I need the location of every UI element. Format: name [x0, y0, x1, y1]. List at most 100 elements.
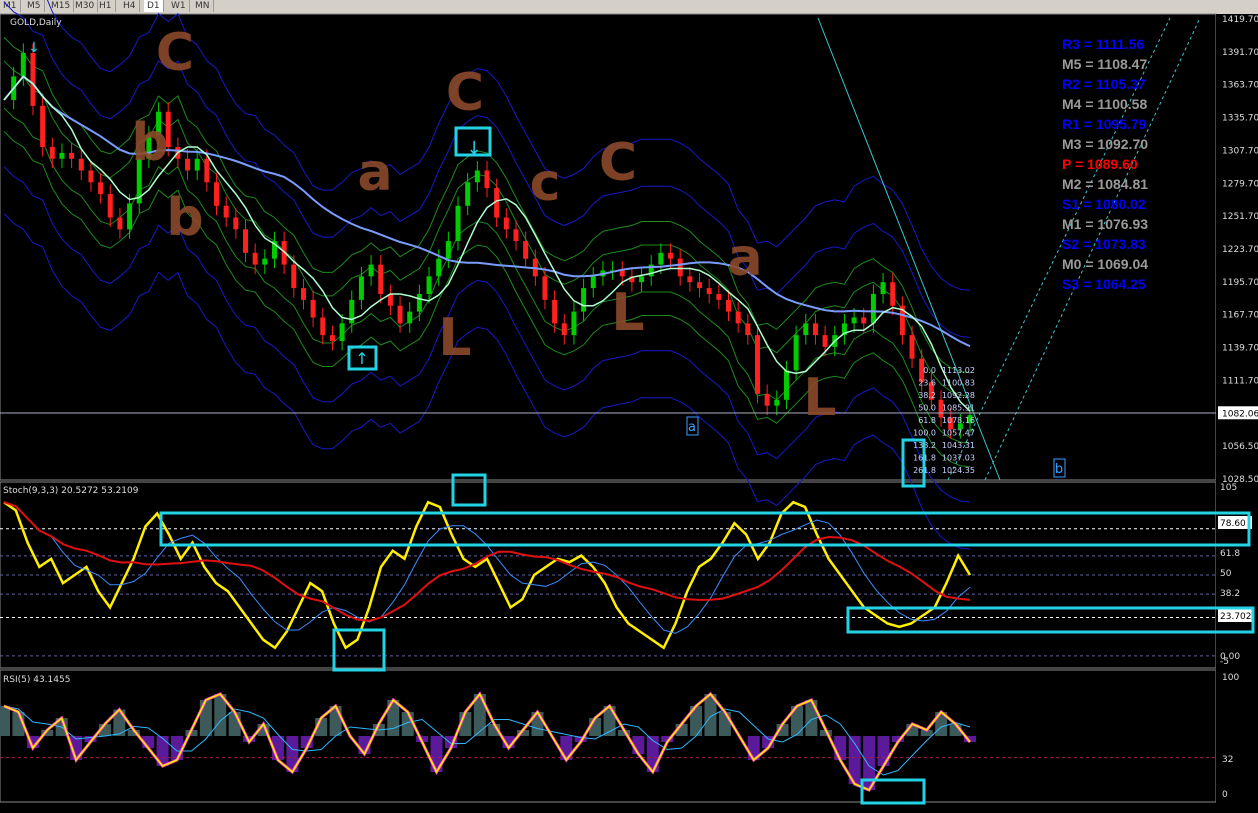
pivot-level: S1 = 1080.02 — [1062, 196, 1146, 212]
fib-price: 1092.28 — [942, 391, 975, 400]
price-tick: 1167.70 — [1222, 311, 1258, 321]
fib-price: 1078.16 — [942, 416, 975, 425]
candle-body — [378, 264, 384, 294]
candle-body — [783, 370, 789, 400]
candle-body — [474, 170, 480, 183]
price-tick: 1223.70 — [1222, 245, 1258, 255]
pivot-level: M5 = 1108.47 — [1062, 56, 1148, 72]
candle-body — [436, 258, 442, 277]
candle-body — [445, 241, 451, 259]
stoch-header: Stoch(9,3,3) 20.5272 53.2109 — [3, 486, 139, 496]
price-tick: 1335.70 — [1222, 114, 1258, 124]
candle-body — [503, 217, 509, 230]
rsi-tick: 100 — [1222, 673, 1239, 683]
hand-letter: c — [530, 153, 561, 213]
candle-body — [88, 170, 94, 183]
candle-body — [745, 323, 751, 336]
candle-body — [59, 152, 65, 159]
candle-body — [49, 146, 55, 159]
pivot-level: R3 = 1111.56 — [1062, 36, 1145, 52]
fib-ratio: 38.2 — [918, 391, 936, 400]
candle-body — [185, 158, 191, 171]
hand-letter: a — [357, 143, 392, 203]
pivot-level: M1 = 1076.93 — [1062, 216, 1149, 232]
candle-body — [754, 335, 760, 394]
up-arrow-icon: ↑ — [355, 349, 368, 368]
stoch-tick: 61.8 — [1220, 549, 1240, 559]
price-tick: 1391.70 — [1222, 48, 1258, 58]
wave-label: b — [1055, 462, 1063, 477]
candle-body — [368, 264, 374, 277]
candle-body — [697, 282, 703, 289]
candle-body — [658, 252, 664, 265]
down-arrow-icon: ↓ — [28, 40, 40, 56]
fib-price: 1113.02 — [942, 366, 975, 375]
candle-body — [204, 158, 210, 183]
fib-ratio: 23.6 — [918, 379, 936, 388]
price-tick: 1139.70 — [1222, 344, 1258, 354]
candle-body — [484, 170, 490, 189]
fib-ratio: 61.8 — [918, 416, 936, 425]
stoch-tick: 50 — [1220, 569, 1232, 579]
candle-body — [310, 299, 316, 318]
candle-body — [774, 399, 780, 406]
rsi-tick: 32 — [1222, 755, 1233, 765]
pivot-level: M0 = 1069.04 — [1062, 256, 1149, 272]
candle-body — [822, 335, 828, 347]
price-tick: 1111.70 — [1222, 376, 1258, 386]
candle-body — [194, 158, 200, 171]
stoch-tick: 105 — [1220, 483, 1237, 493]
hand-letter: b — [166, 188, 203, 248]
candle-body — [542, 276, 548, 300]
candle-body — [851, 317, 857, 324]
hand-letter: b — [131, 113, 168, 173]
wave-label: a — [688, 420, 696, 435]
pivot-level: M2 = 1084.81 — [1062, 176, 1149, 192]
candle-body — [677, 258, 683, 277]
candle-body — [909, 335, 915, 359]
chart-title: GOLD,Daily — [10, 18, 62, 28]
candle-body — [890, 282, 896, 306]
price-tick: 1056.50 — [1222, 442, 1258, 452]
hand-letter: L — [611, 283, 644, 343]
candle-body — [590, 276, 596, 289]
candle-body — [78, 158, 84, 171]
candle-body — [98, 182, 104, 195]
candle-body — [668, 252, 674, 259]
candle-body — [291, 264, 297, 289]
candle-body — [320, 317, 326, 336]
candle-body — [764, 393, 770, 406]
candle-body — [117, 217, 123, 230]
candle-body — [329, 335, 335, 342]
candle-body — [870, 293, 876, 324]
candle-body — [619, 270, 625, 277]
candle-body — [803, 323, 809, 336]
fibonacci-levels: 0.0 1113.02 23.6 1100.83 38.2 1092.28 50.0 1085… — [913, 366, 975, 475]
fib-price: 1057.47 — [942, 429, 975, 438]
candle-body — [30, 52, 36, 106]
pivot-levels-list: R3 = 1111.56 M5 = 1108.47 R2 = 1105.37 M4 =… — [1062, 34, 1222, 294]
candle-body — [339, 323, 345, 342]
candle-body — [243, 229, 248, 253]
price-tick: 1363.70 — [1222, 81, 1258, 91]
hand-letter: C — [599, 133, 637, 193]
candle-body — [735, 311, 741, 324]
candle-body — [552, 299, 558, 324]
hand-letter: L — [438, 308, 471, 368]
candle-body — [455, 205, 461, 242]
rsi-histogram-bar — [0, 706, 10, 736]
candle-body — [358, 276, 364, 300]
rsi-tick: 0 — [1222, 790, 1228, 800]
price-tick: 1419.70 — [1222, 15, 1258, 25]
stoch-tick: 38.2 — [1220, 589, 1240, 599]
price-tick: 1195.70 — [1222, 278, 1258, 288]
price-tick: 1279.70 — [1222, 179, 1258, 189]
fib-ratio: 0.0 — [923, 366, 936, 375]
candle-body — [639, 276, 645, 283]
down-arrow-icon: ↓ — [466, 138, 481, 159]
candle-body — [262, 258, 268, 265]
stoch-tick: -5 — [1220, 657, 1229, 667]
candle-body — [706, 288, 712, 294]
candle-body — [397, 305, 403, 324]
candle-body — [252, 252, 258, 265]
